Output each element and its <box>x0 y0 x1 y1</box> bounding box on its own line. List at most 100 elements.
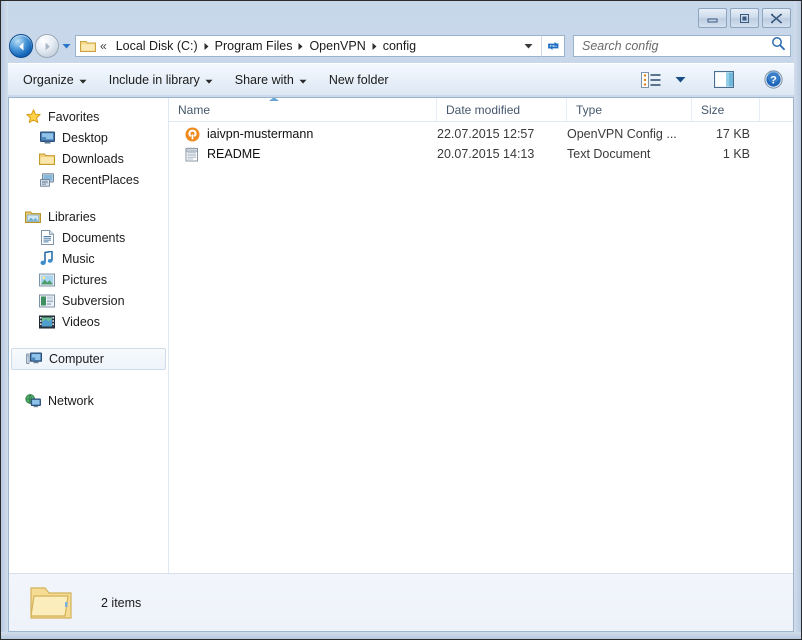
column-header-filler <box>760 98 793 121</box>
sidebar-item-music-label: Music <box>62 251 95 266</box>
file-size-cell: 17 KB <box>715 127 750 141</box>
sidebar-item-pictures[interactable]: Pictures <box>9 269 168 290</box>
status-item-count: 2 items <box>101 595 142 610</box>
sidebar-group-favorites[interactable]: Favorites <box>9 106 168 127</box>
sidebar-item-desktop-label: Desktop <box>62 130 108 145</box>
nav-group-favorites: Favorites Desktop Downloads RecentPlaces <box>9 106 168 190</box>
refresh-button[interactable] <box>541 35 565 57</box>
breadcrumb-separator-icon[interactable] <box>371 42 378 51</box>
sidebar-item-documents[interactable]: Documents <box>9 227 168 248</box>
sidebar-item-desktop[interactable]: Desktop <box>9 127 168 148</box>
sidebar-item-music[interactable]: Music <box>9 248 168 269</box>
column-header-name[interactable]: Name <box>169 98 437 121</box>
file-name-cell[interactable]: iaivpn-mustermann <box>169 126 437 142</box>
content-area: Favorites Desktop Downloads RecentPlaces… <box>8 97 794 632</box>
preview-pane-icon[interactable] <box>707 67 741 92</box>
breadcrumb-item-program-files[interactable]: Program Files <box>212 38 296 54</box>
nav-gap <box>9 192 168 206</box>
window-frame-right <box>794 1 801 639</box>
window-frame-left <box>1 1 8 639</box>
file-date-cell: 20.07.2015 14:13 <box>437 147 535 161</box>
breadcrumb-item-config[interactable]: config <box>380 38 419 54</box>
chevron-down-icon <box>79 73 87 87</box>
computer-icon <box>26 351 42 367</box>
breadcrumb-item-local-disk[interactable]: Local Disk (C:) <box>113 38 201 54</box>
new-folder-button[interactable]: New folder <box>318 68 400 92</box>
breadcrumb-overflow-chevrons[interactable]: « <box>100 39 107 53</box>
column-header-name-label: Name <box>178 102 211 117</box>
sort-ascending-indicator-icon <box>268 98 279 101</box>
sidebar-group-libraries[interactable]: Libraries <box>9 206 168 227</box>
breadcrumb-folder-icon <box>80 39 96 53</box>
table-row[interactable]: README 20.07.2015 14:13 Text Document 1 … <box>169 144 793 164</box>
search-box[interactable] <box>573 35 791 57</box>
share-with-button[interactable]: Share with <box>224 68 318 92</box>
sidebar-item-subversion-label: Subversion <box>62 293 125 308</box>
breadcrumb-dropdown-icon[interactable] <box>524 43 537 49</box>
close-button[interactable] <box>762 8 791 28</box>
back-button[interactable] <box>9 34 33 58</box>
column-header-date-modified[interactable]: Date modified <box>437 98 567 121</box>
svg-text:?: ? <box>770 75 777 87</box>
status-bar: 2 items <box>9 573 793 631</box>
libraries-icon <box>25 209 41 225</box>
sidebar-item-downloads-label: Downloads <box>62 151 124 166</box>
sidebar-item-videos[interactable]: Videos <box>9 311 168 332</box>
folder-icon <box>39 151 55 167</box>
column-headers: Name Date modified Type Size <box>169 98 793 122</box>
sidebar-item-network-label: Network <box>48 393 94 408</box>
breadcrumb-separator-icon[interactable] <box>203 42 210 51</box>
view-layout-dropdown-icon[interactable] <box>668 72 693 87</box>
minimize-button[interactable] <box>698 8 727 28</box>
openvpn-config-icon <box>184 126 200 142</box>
organize-label: Organize <box>23 72 74 87</box>
table-row[interactable]: iaivpn-mustermann 22.07.2015 12:57 OpenV… <box>169 124 793 144</box>
breadcrumb-separator-icon[interactable] <box>297 42 304 51</box>
help-icon[interactable]: ? <box>757 66 790 93</box>
videos-icon <box>39 314 55 330</box>
documents-icon <box>39 230 55 246</box>
sidebar-item-network[interactable]: Network <box>9 390 168 411</box>
network-icon <box>25 393 41 409</box>
share-with-label: Share with <box>234 72 294 87</box>
music-icon <box>39 251 55 267</box>
forward-button[interactable] <box>35 34 59 58</box>
search-input[interactable] <box>582 39 771 53</box>
file-name-cell[interactable]: README <box>169 146 437 162</box>
sidebar-item-subversion[interactable]: Subversion <box>9 290 168 311</box>
view-layout-icon[interactable] <box>634 68 668 92</box>
breadcrumb-item-openvpn[interactable]: OpenVPN <box>306 38 368 54</box>
file-date-cell: 22.07.2015 12:57 <box>437 127 535 141</box>
organize-button[interactable]: Organize <box>12 68 98 92</box>
sidebar-item-pictures-label: Pictures <box>62 272 108 287</box>
column-header-size[interactable]: Size <box>692 98 760 121</box>
sidebar-item-computer[interactable]: Computer <box>11 348 166 370</box>
include-in-library-button[interactable]: Include in library <box>98 68 224 92</box>
sidebar-item-downloads[interactable]: Downloads <box>9 148 168 169</box>
sidebar-group-libraries-label: Libraries <box>48 209 96 224</box>
navigation-pane[interactable]: Favorites Desktop Downloads RecentPlaces… <box>9 98 169 573</box>
maximize-button[interactable] <box>730 8 759 28</box>
search-icon[interactable] <box>771 36 786 56</box>
sidebar-item-documents-label: Documents <box>62 230 126 245</box>
text-document-icon <box>184 146 200 162</box>
breadcrumb[interactable]: « Local Disk (C:) Program Files OpenVPN … <box>75 35 541 57</box>
file-rows: iaivpn-mustermann 22.07.2015 12:57 OpenV… <box>169 122 793 573</box>
include-in-library-label: Include in library <box>108 72 200 87</box>
star-icon <box>25 109 41 125</box>
recent-pages-button[interactable] <box>59 34 73 58</box>
toolbar: Organize Include in library Share with N… <box>8 63 794 95</box>
file-name-label: README <box>207 147 261 161</box>
pictures-icon <box>39 272 55 288</box>
title-bar <box>1 1 801 31</box>
chevron-down-icon <box>299 73 307 87</box>
sidebar-item-recentplaces[interactable]: RecentPlaces <box>9 169 168 190</box>
file-type-cell: Text Document <box>567 147 651 161</box>
nav-gap <box>9 370 168 390</box>
column-header-type[interactable]: Type <box>567 98 692 121</box>
column-header-date-modified-label: Date modified <box>446 102 521 117</box>
subversion-icon <box>39 293 55 309</box>
window-frame-bottom <box>1 632 801 639</box>
nav-gap <box>9 334 168 348</box>
desktop-icon <box>39 130 55 146</box>
